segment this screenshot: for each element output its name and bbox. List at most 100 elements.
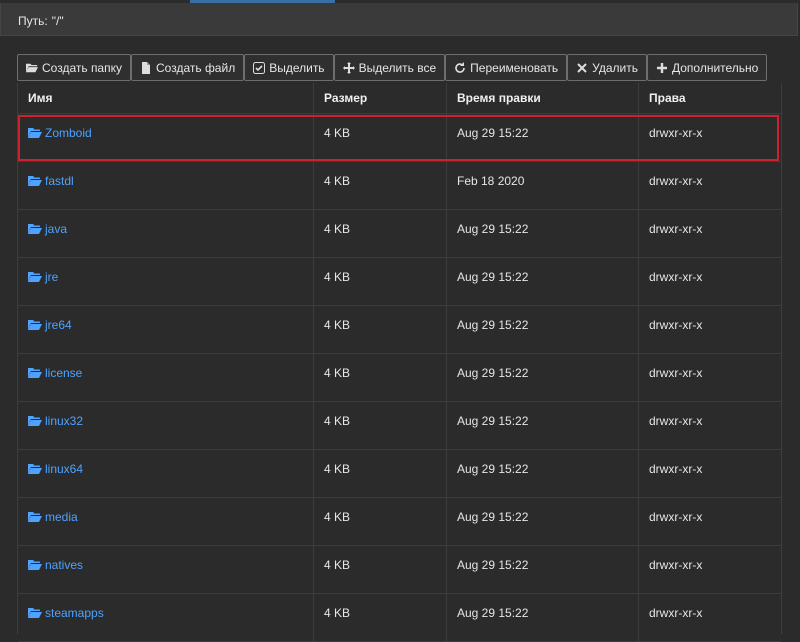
table-row[interactable]: steamapps 4 KB Aug 29 15:22 drwxr-xr-x xyxy=(18,594,781,642)
cell-modified: Aug 29 15:22 xyxy=(447,114,639,161)
cell-permissions: drwxr-xr-x xyxy=(649,174,703,188)
table-row[interactable]: linux32 4 KB Aug 29 15:22 drwxr-xr-x xyxy=(18,402,781,450)
table-header: Имя Размер Время правки Права xyxy=(18,83,781,114)
cell-modified: Feb 18 2020 xyxy=(447,162,639,209)
cell-permissions: drwxr-xr-x xyxy=(649,318,703,332)
path-bar: Путь: "/" xyxy=(0,3,798,36)
cell-size: 4 KB xyxy=(314,450,447,497)
table-row[interactable]: jre64 4 KB Aug 29 15:22 drwxr-xr-x xyxy=(18,306,781,354)
cell-permissions: drwxr-xr-x xyxy=(649,414,703,428)
folder-link[interactable]: steamapps xyxy=(28,606,104,620)
table-row[interactable]: natives 4 KB Aug 29 15:22 drwxr-xr-x xyxy=(18,546,781,594)
cell-name: jre64 xyxy=(18,306,314,353)
cell-permissions: drwxr-xr-x xyxy=(649,126,703,140)
folder-name: linux64 xyxy=(45,462,84,476)
folder-open-icon xyxy=(28,224,42,234)
folder-name: java xyxy=(45,222,68,236)
cell-modified: Aug 29 15:22 xyxy=(447,450,639,497)
cell-size: 4 KB xyxy=(314,114,447,161)
folder-link[interactable]: linux32 xyxy=(28,414,83,428)
toolbar: Создать папку Создать файл Выделить Выде… xyxy=(17,54,768,81)
folder-link[interactable]: media xyxy=(28,510,78,524)
table-row[interactable]: fastdl 4 KB Feb 18 2020 drwxr-xr-x xyxy=(18,162,781,210)
header-permissions[interactable]: Права xyxy=(639,83,781,113)
cell-name: license xyxy=(18,354,314,401)
delete-button[interactable]: Удалить xyxy=(567,54,647,81)
cell-size: 4 KB xyxy=(314,354,447,401)
folder-link[interactable]: jre64 xyxy=(28,318,72,332)
folder-open-icon xyxy=(28,176,42,186)
table-body: Zomboid 4 KB Aug 29 15:22 drwxr-xr-x fastdl 4… xyxy=(18,114,781,642)
folder-open-icon xyxy=(28,608,42,618)
folder-open-icon xyxy=(28,368,42,378)
folder-link[interactable]: java xyxy=(28,222,67,236)
folder-name: media xyxy=(45,510,78,524)
select-button[interactable]: Выделить xyxy=(244,54,334,81)
check-square-icon xyxy=(253,61,266,74)
cell-size: 4 KB xyxy=(314,402,447,449)
folder-name: jre xyxy=(45,270,59,284)
cell-name: jre xyxy=(18,258,314,305)
cell-permissions: drwxr-xr-x xyxy=(649,558,703,572)
table-row[interactable]: media 4 KB Aug 29 15:22 drwxr-xr-x xyxy=(18,498,781,546)
table-row[interactable]: java 4 KB Aug 29 15:22 drwxr-xr-x xyxy=(18,210,781,258)
plus-icon xyxy=(656,62,667,73)
create-folder-button[interactable]: Создать папку xyxy=(17,54,131,81)
header-modified[interactable]: Время правки xyxy=(447,83,639,113)
cell-permissions: drwxr-xr-x xyxy=(649,462,703,476)
cell-size: 4 KB xyxy=(314,210,447,257)
cell-size: 4 KB xyxy=(314,162,447,209)
folder-name: license xyxy=(45,366,83,380)
folder-open-icon xyxy=(28,272,42,282)
cell-name: media xyxy=(18,498,314,545)
folder-name: Zomboid xyxy=(45,126,92,140)
folder-open-icon xyxy=(28,464,42,474)
cell-name: linux64 xyxy=(18,450,314,497)
folder-name: fastdl xyxy=(45,174,74,188)
cell-modified: Aug 29 15:22 xyxy=(447,402,639,449)
cell-name: natives xyxy=(18,546,314,593)
folder-name: linux32 xyxy=(45,414,84,428)
close-icon xyxy=(577,62,587,73)
cell-modified: Aug 29 15:22 xyxy=(447,258,639,305)
cell-modified: Aug 29 15:22 xyxy=(447,210,639,257)
move-icon xyxy=(342,61,355,74)
refresh-icon xyxy=(455,61,465,73)
cell-modified: Aug 29 15:22 xyxy=(447,546,639,593)
path-label: Путь: xyxy=(18,14,48,28)
cell-size: 4 KB xyxy=(314,546,447,593)
cell-permissions: drwxr-xr-x xyxy=(649,222,703,236)
folder-link[interactable]: linux64 xyxy=(28,462,83,476)
folder-link[interactable]: natives xyxy=(28,558,83,572)
more-button[interactable]: Дополнительно xyxy=(646,54,768,81)
table-row[interactable]: linux64 4 KB Aug 29 15:22 drwxr-xr-x xyxy=(18,450,781,498)
folder-name: steamapps xyxy=(45,606,104,620)
folder-open-icon xyxy=(26,63,38,72)
header-size[interactable]: Размер xyxy=(314,83,447,113)
file-table: Имя Размер Время правки Права Zomboid 4 K… xyxy=(17,83,782,642)
cell-permissions: drwxr-xr-x xyxy=(649,510,703,524)
rename-button[interactable]: Переименовать xyxy=(445,54,568,81)
create-file-button[interactable]: Создать файл xyxy=(131,54,245,81)
table-row[interactable]: license 4 KB Aug 29 15:22 drwxr-xr-x xyxy=(18,354,781,402)
cell-name: java xyxy=(18,210,314,257)
table-row[interactable]: jre 4 KB Aug 29 15:22 drwxr-xr-x xyxy=(18,258,781,306)
folder-open-icon xyxy=(28,320,42,330)
folder-open-icon xyxy=(28,416,42,426)
folder-link[interactable]: jre xyxy=(28,270,58,284)
header-name[interactable]: Имя xyxy=(18,83,314,113)
folder-link[interactable]: fastdl xyxy=(28,174,74,188)
cell-name: Zomboid xyxy=(18,114,314,161)
cell-size: 4 KB xyxy=(314,498,447,545)
table-row[interactable]: Zomboid 4 KB Aug 29 15:22 drwxr-xr-x xyxy=(18,114,781,162)
folder-link[interactable]: license xyxy=(28,366,82,380)
folder-link[interactable]: Zomboid xyxy=(28,126,92,140)
cell-modified: Aug 29 15:22 xyxy=(447,498,639,545)
folder-open-icon xyxy=(28,512,42,522)
cell-name: fastdl xyxy=(18,162,314,209)
file-icon xyxy=(142,61,150,74)
cell-modified: Aug 29 15:22 xyxy=(447,306,639,353)
folder-open-icon xyxy=(28,560,42,570)
cell-size: 4 KB xyxy=(314,258,447,305)
select-all-button[interactable]: Выделить все xyxy=(333,54,446,81)
